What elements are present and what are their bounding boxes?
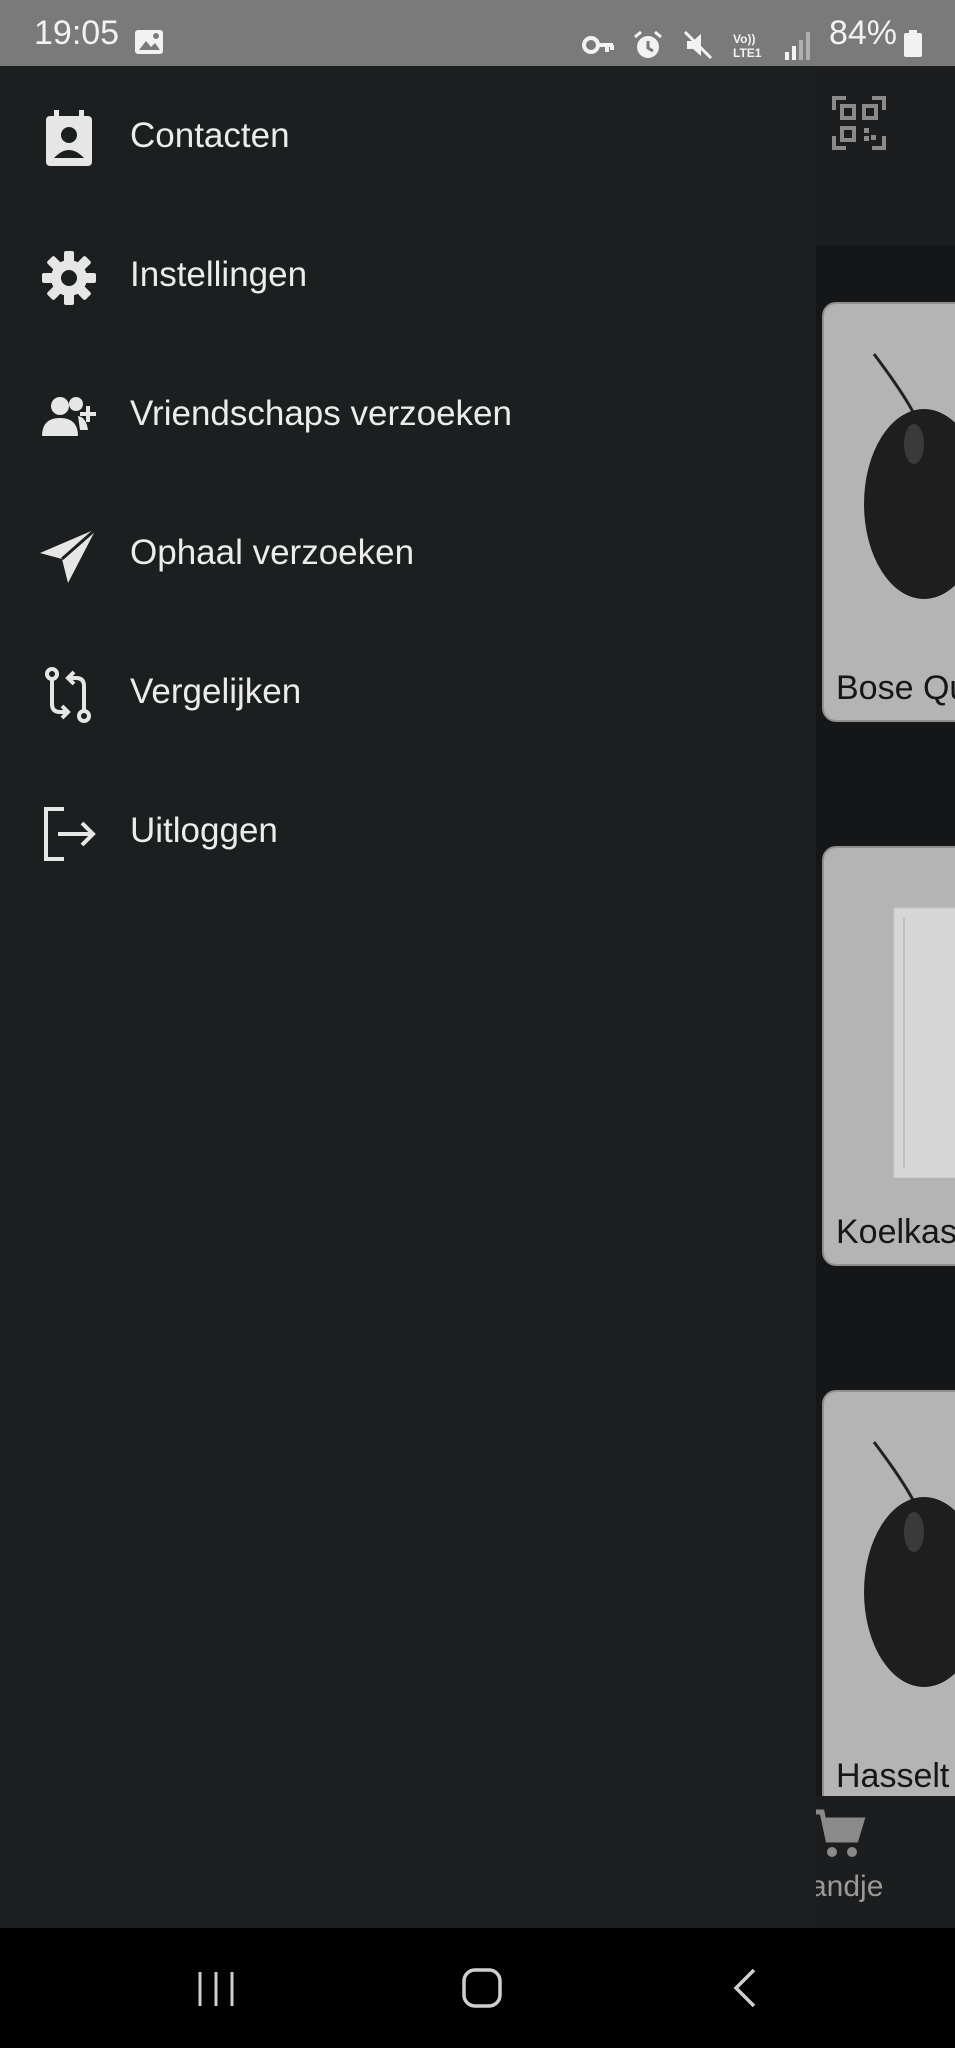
product-image: [864, 353, 955, 599]
back-icon[interactable]: [724, 1964, 772, 2012]
status-time: 19:05: [34, 14, 120, 52]
navigation-drawer: Contacten Instellingen Vriendschaps verz…: [0, 66, 816, 1928]
gear-icon: [42, 251, 96, 305]
bottom-nav-cart-label[interactable]: andje: [810, 1870, 883, 1904]
product-image: [864, 1441, 955, 1687]
alarm-icon: [634, 30, 662, 58]
add-user-icon: [42, 397, 96, 436]
product-image: [893, 907, 955, 1178]
drawer-item-contacten[interactable]: Contacten: [0, 66, 816, 205]
svg-text:LTE1: LTE1: [733, 46, 762, 60]
product-card-title: Bose Qu: [836, 669, 955, 707]
drawer-item-label: Instellingen: [130, 255, 308, 294]
logout-icon: [44, 807, 96, 861]
gallery-icon: [135, 30, 163, 54]
product-card[interactable]: Hasselt: [822, 1390, 955, 1810]
drawer-item-instellingen[interactable]: Instellingen: [0, 205, 816, 344]
contacts-icon: [46, 110, 92, 166]
status-icons: Vo)) LTE1: [581, 28, 815, 62]
svg-text:Vo)): Vo)): [733, 32, 755, 46]
drawer-item-label: Vergelijken: [130, 672, 302, 711]
drawer-item-label: Ophaal verzoeken: [130, 533, 415, 572]
vpn-key-icon: [582, 36, 614, 54]
drawer-item-vriendschaps-verzoeken[interactable]: Vriendschaps verzoeken: [0, 344, 816, 483]
recent-apps-icon[interactable]: [192, 1964, 240, 2012]
product-card[interactable]: Bose Qu: [822, 302, 955, 722]
battery-level: 84%: [828, 14, 897, 52]
home-icon[interactable]: [458, 1964, 506, 2012]
battery-icon: [904, 30, 922, 57]
system-nav-bar: [0, 1928, 955, 2048]
mute-icon: [683, 30, 713, 60]
app-top-bar: [816, 66, 955, 246]
product-card-title: Hasselt: [836, 1757, 950, 1795]
drawer-item-label: Vriendschaps verzoeken: [130, 394, 512, 433]
signal-icon: [785, 32, 810, 60]
qr-code-icon[interactable]: [832, 96, 886, 150]
drawer-item-label: Uitloggen: [130, 811, 278, 850]
drawer-item-vergelijken[interactable]: Vergelijken: [0, 622, 816, 761]
drawer-item-uitloggen[interactable]: Uitloggen: [0, 761, 816, 900]
cart-icon[interactable]: [810, 1806, 866, 1862]
drawer-item-label: Contacten: [130, 116, 290, 155]
product-card-title: Koelkas: [836, 1213, 955, 1251]
drawer-item-ophaal-verzoeken[interactable]: Ophaal verzoeken: [0, 483, 816, 622]
volte-icon: Vo)) LTE1: [733, 32, 762, 60]
status-bar: 19:05 Vo)) LTE1 84%: [0, 0, 955, 66]
send-icon: [40, 527, 97, 583]
compare-icon: [45, 667, 91, 723]
product-card[interactable]: Koelkas: [822, 846, 955, 1266]
